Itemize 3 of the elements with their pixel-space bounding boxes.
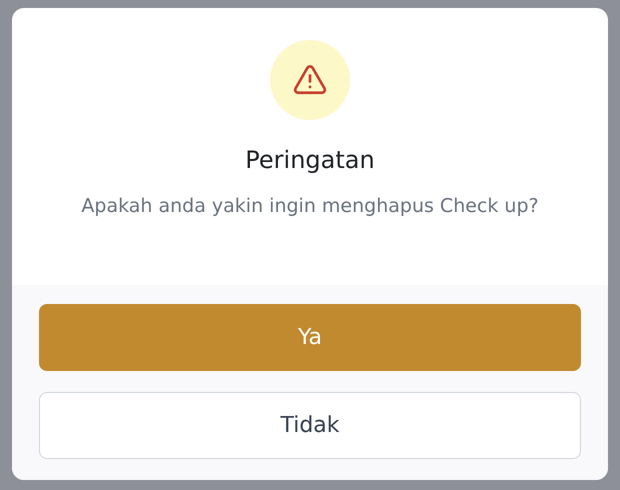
dialog-message: Apakah anda yakin ingin menghapus Check up? bbox=[80, 194, 540, 219]
dialog-title: Peringatan bbox=[244, 145, 376, 176]
cancel-button[interactable]: Tidak bbox=[39, 392, 581, 459]
